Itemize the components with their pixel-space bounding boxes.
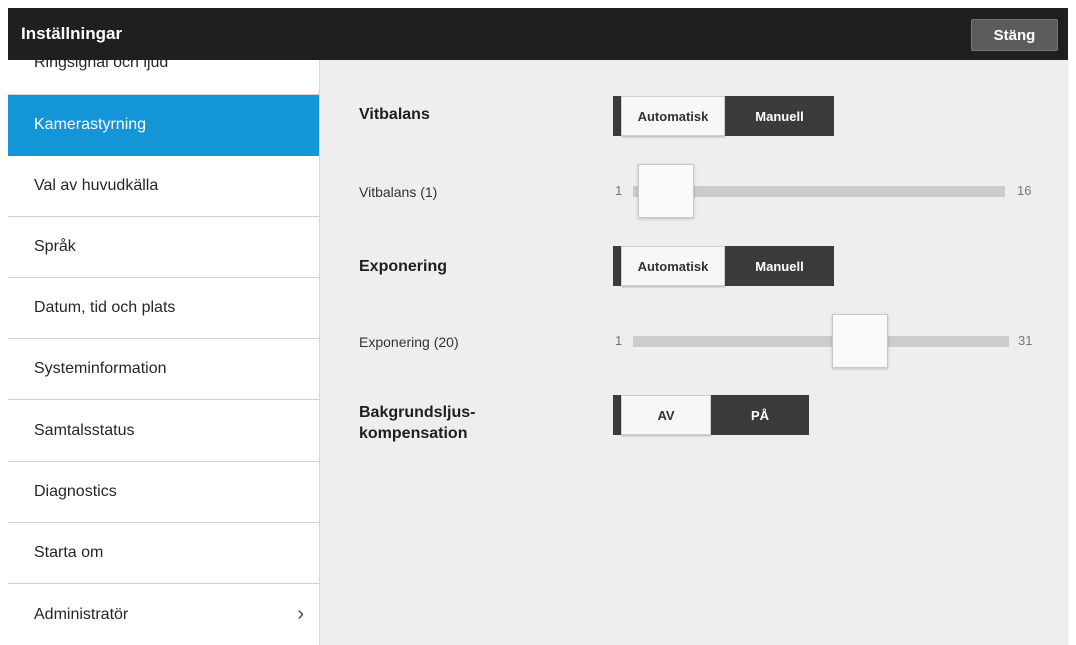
sidebar-item-system-information[interactable]: Systeminformation: [8, 339, 319, 400]
camera-control-panel: Vitbalans Automatisk Manuell Vitbalans (…: [321, 60, 1068, 645]
exposure-auto-option[interactable]: Automatisk: [621, 246, 725, 286]
close-button[interactable]: Stäng: [971, 19, 1058, 51]
sidebar-item-label: Datum, tid och plats: [34, 299, 176, 316]
title-bar: Inställningar Stäng: [8, 8, 1068, 60]
sidebar-item-label: Administratör: [34, 606, 129, 623]
sidebar-item-label: Ringsignal och ljud: [34, 60, 169, 71]
white-balance-mode-toggle: Automatisk Manuell: [613, 96, 834, 136]
white-balance-manual-option[interactable]: Manuell: [725, 96, 834, 136]
white-balance-auto-option[interactable]: Automatisk: [621, 96, 725, 136]
backlight-on-option[interactable]: PÅ: [711, 395, 809, 435]
sidebar-item-label: Språk: [34, 238, 76, 255]
exposure-max-label: 31: [1018, 333, 1033, 348]
sidebar-item-label: Samtalsstatus: [34, 422, 135, 439]
exposure-slider-thumb[interactable]: [832, 314, 888, 368]
settings-window: Inställningar Stäng Ringsignal och ljud …: [8, 8, 1068, 645]
backlight-compensation-label: Bakgrundsljus- kompensation: [359, 402, 475, 444]
sidebar-item-camera-control[interactable]: Kamerastyrning: [8, 95, 319, 156]
sidebar-item-diagnostics[interactable]: Diagnostics: [8, 462, 319, 523]
backlight-off-option[interactable]: AV: [621, 395, 711, 435]
exposure-manual-option[interactable]: Manuell: [725, 246, 834, 286]
exposure-min-label: 1: [615, 333, 623, 348]
white-balance-slider-label: Vitbalans (1): [359, 184, 438, 200]
exposure-label: Exponering: [359, 258, 448, 275]
chevron-right-icon: ›: [297, 603, 304, 625]
sidebar-item-date-time-location[interactable]: Datum, tid och plats: [8, 278, 319, 339]
white-balance-slider[interactable]: 1 16: [615, 164, 1040, 220]
sidebar-item-call-status[interactable]: Samtalsstatus: [8, 401, 319, 462]
exposure-slider[interactable]: 1 31: [615, 314, 1040, 370]
exposure-mode-toggle: Automatisk Manuell: [613, 246, 834, 286]
sidebar-item-ringtone-sound[interactable]: Ringsignal och ljud: [8, 60, 319, 95]
backlight-label-line1: Bakgrundsljus-: [359, 404, 476, 421]
sidebar-item-label: Starta om: [34, 544, 104, 561]
sidebar-item-administrator[interactable]: Administratör ›: [8, 585, 319, 645]
sidebar: Ringsignal och ljud Kamerastyrning Val a…: [8, 60, 320, 645]
white-balance-min-label: 1: [615, 183, 623, 198]
sidebar-item-label: Val av huvudkälla: [34, 177, 159, 194]
exposure-slider-track[interactable]: [633, 336, 1009, 347]
white-balance-max-label: 16: [1017, 183, 1032, 198]
sidebar-item-restart[interactable]: Starta om: [8, 523, 319, 584]
white-balance-label: Vitbalans: [359, 106, 430, 123]
sidebar-item-main-source[interactable]: Val av huvudkälla: [8, 156, 319, 217]
page-title: Inställningar: [21, 24, 123, 43]
backlight-label-line2: kompensation: [359, 425, 468, 442]
sidebar-item-label: Diagnostics: [34, 483, 117, 500]
backlight-compensation-toggle: AV PÅ: [613, 395, 809, 435]
sidebar-item-language[interactable]: Språk: [8, 217, 319, 278]
sidebar-item-label: Kamerastyrning: [34, 116, 147, 133]
exposure-slider-label: Exponering (20): [359, 334, 459, 350]
white-balance-slider-thumb[interactable]: [638, 164, 694, 218]
sidebar-item-label: Systeminformation: [34, 360, 167, 377]
